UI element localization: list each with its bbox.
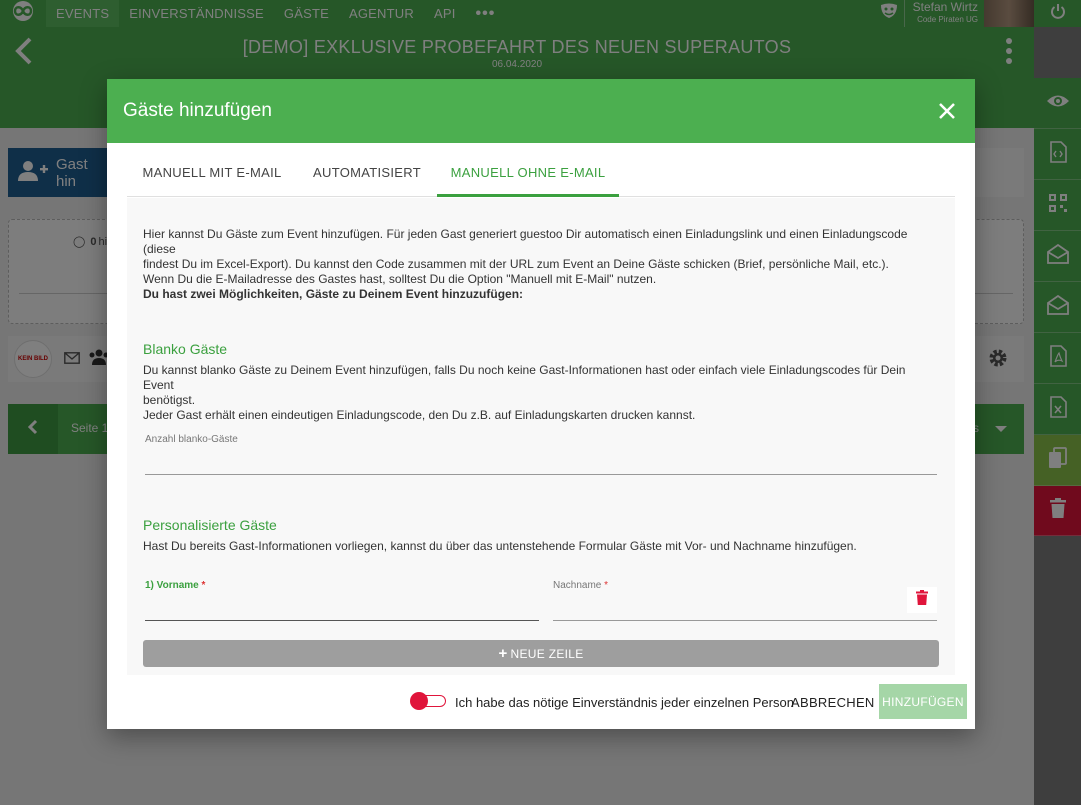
description-line: benötigst. — [143, 393, 196, 407]
intro-text: Hier kannst Du Gäste zum Event hinzufüge… — [143, 227, 943, 287]
add-guests-dialog: Gäste hinzufügen MANUELL MIT E-MAIL AUTO… — [107, 79, 975, 729]
firstname-label: 1) Vorname * — [145, 580, 205, 591]
intro-line: findest Du im Excel-Export). Du kannst d… — [143, 257, 889, 271]
submit-button[interactable]: HINZUFÜGEN — [879, 684, 967, 719]
blank-count-input[interactable] — [145, 474, 937, 475]
cancel-button[interactable]: ABBRECHEN — [791, 695, 875, 710]
firstname-input[interactable] — [145, 620, 539, 621]
lastname-label: Nachname * — [553, 580, 608, 591]
delete-row-button[interactable] — [907, 587, 937, 613]
personalized-guests-heading: Personalisierte Gäste — [143, 517, 277, 533]
intro-line: Wenn Du die E-Mailadresse des Gastes has… — [143, 272, 657, 286]
consent-label[interactable]: Ich habe das nötige Einverständnis jeder… — [455, 695, 794, 710]
description-line: Jeder Gast erhält einen eindeutigen Einl… — [143, 408, 696, 422]
dialog-title: Gäste hinzufügen — [123, 100, 272, 121]
description-line: Du kannst blanko Gäste zu Deinem Event h… — [143, 363, 906, 392]
tab-automated[interactable]: AUTOMATISIERT — [297, 155, 437, 197]
required-mark: * — [201, 580, 206, 591]
add-row-label: NEUE ZEILE — [510, 646, 584, 661]
blank-guests-description: Du kannst blanko Gäste zu Deinem Event h… — [143, 363, 933, 423]
tab-manual-without-email[interactable]: MANUELL OHNE E-MAIL — [437, 155, 619, 197]
add-row-button[interactable]: + NEUE ZEILE — [143, 640, 939, 667]
intro-line: Hier kannst Du Gäste zum Event hinzufüge… — [143, 227, 908, 256]
blank-count-label: Anzahl blanko-Gäste — [145, 434, 238, 445]
options-heading: Du hast zwei Möglichkeiten, Gäste zu Dei… — [143, 287, 524, 301]
personalized-guests-description: Hast Du bereits Gast-Informationen vorli… — [143, 539, 857, 553]
tab-manual-with-email[interactable]: MANUELL MIT E-MAIL — [127, 155, 297, 197]
close-button[interactable] — [935, 99, 959, 123]
consent-toggle[interactable] — [410, 692, 446, 710]
lastname-label-text: Nachname — [553, 580, 602, 591]
lastname-input[interactable] — [553, 620, 937, 621]
dialog-body: Hier kannst Du Gäste zum Event hinzufüge… — [127, 198, 955, 675]
dialog-header: Gäste hinzufügen — [107, 79, 975, 143]
blank-guests-heading: Blanko Gäste — [143, 341, 228, 357]
trash-icon — [916, 590, 928, 610]
toggle-knob — [410, 692, 428, 710]
dialog-footer: Ich habe das nötige Einverständnis jeder… — [107, 675, 975, 729]
required-mark: * — [604, 580, 609, 591]
tab-bar: MANUELL MIT E-MAIL AUTOMATISIERT MANUELL… — [127, 155, 955, 197]
firstname-label-text: 1) Vorname — [145, 580, 199, 591]
close-icon — [935, 103, 959, 127]
plus-icon: + — [498, 645, 508, 662]
